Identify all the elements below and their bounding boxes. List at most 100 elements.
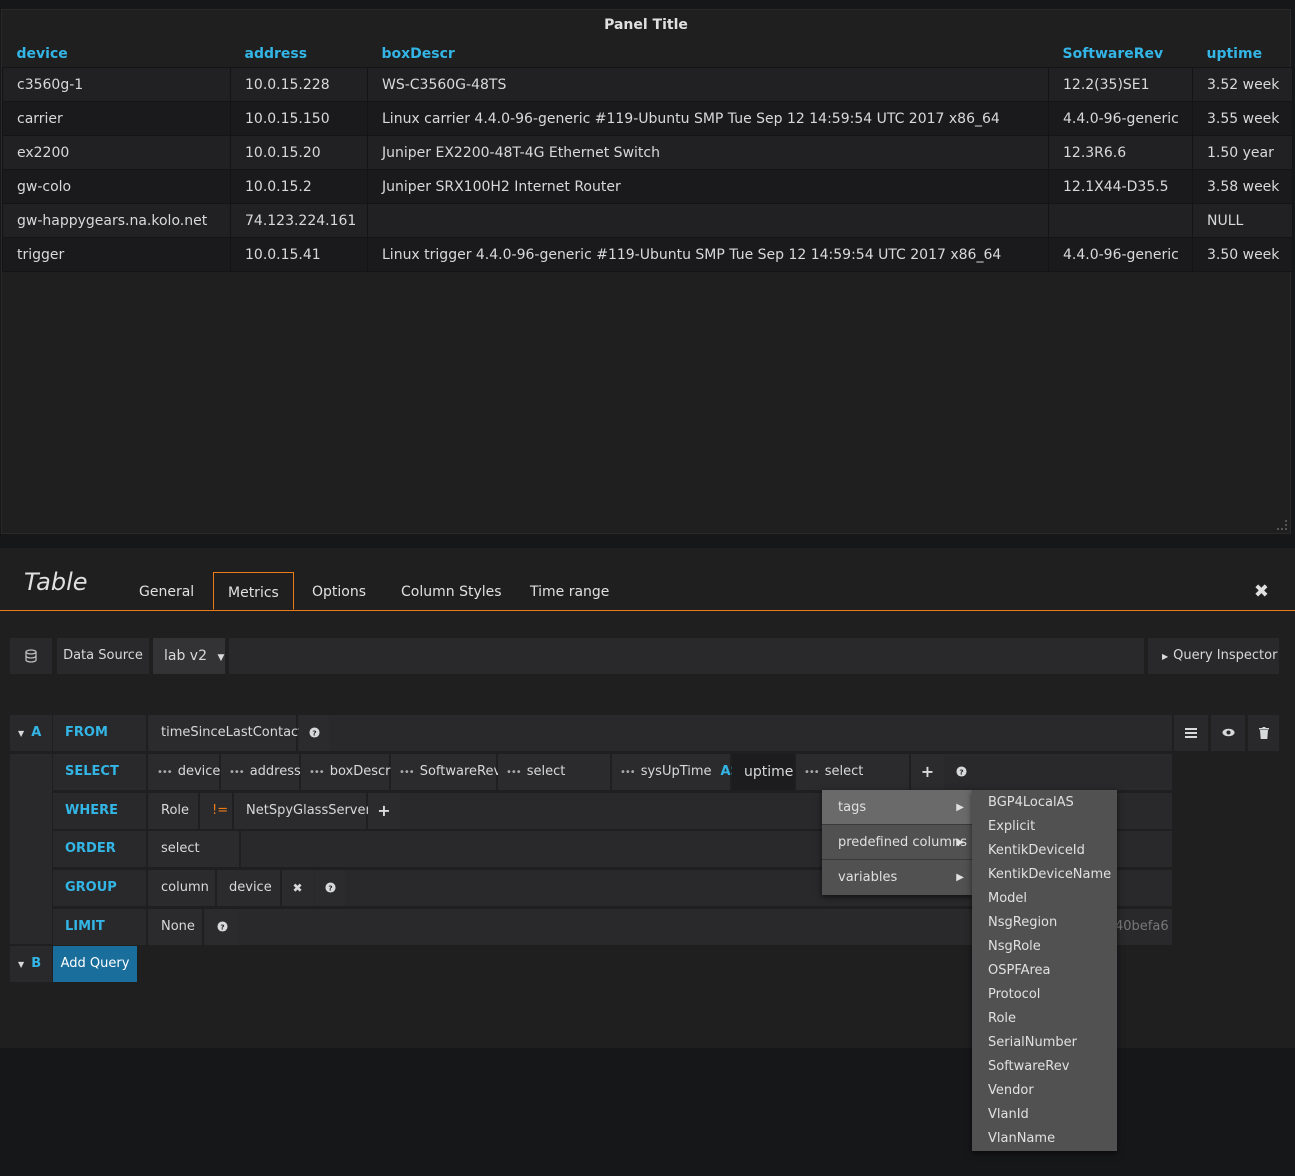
table-row: trigger 10.0.15.41 Linux trigger 4.4.0-9… [2, 237, 1293, 272]
panel-title[interactable]: Panel Title [2, 10, 1290, 41]
where-value[interactable]: NetSpyGlassServer [234, 793, 371, 829]
query-inspector-button[interactable]: ▶ Query Inspector [1148, 638, 1279, 674]
submenu-item[interactable]: OSPFArea [972, 959, 1117, 983]
column-header-boxdescr[interactable]: boxDescr [367, 41, 1049, 68]
limit-label: LIMIT [53, 909, 148, 945]
tab-options[interactable]: Options [298, 572, 380, 610]
editor-header: Table General Metrics Options Column Sty… [0, 548, 1295, 611]
submenu-item[interactable]: NsgRole [972, 935, 1117, 959]
group-by-value[interactable]: device [217, 870, 282, 906]
submenu-item[interactable]: Role [972, 1007, 1117, 1031]
cell: 74.123.224.161 [230, 203, 368, 238]
menu-item-tags[interactable]: tags ▶ [822, 790, 972, 825]
select-col-address[interactable]: ••• address [221, 754, 301, 790]
cell: gw-colo [2, 169, 231, 204]
tab-time-range[interactable]: Time range [516, 572, 623, 610]
cell: 3.55 week [1192, 101, 1293, 136]
query-ref-b: B [31, 956, 42, 971]
select-col-placeholder[interactable]: •••select column [498, 754, 612, 816]
where-label: WHERE [53, 793, 148, 829]
submenu-item[interactable]: Model [972, 887, 1117, 911]
column-header-uptime[interactable]: uptime [1192, 41, 1293, 68]
cell: Linux carrier 4.4.0-96-generic #119-Ubun… [367, 101, 1049, 136]
submenu-item[interactable]: SoftwareRev [972, 1055, 1117, 1079]
tags-submenu: BGP4LocalAS Explicit KentikDeviceId Kent… [972, 790, 1117, 1151]
menu-item-variables[interactable]: variables ▶ [822, 860, 972, 895]
select-label: SELECT [53, 754, 148, 790]
where-operator[interactable]: != [200, 793, 234, 829]
column-header-softwarerev[interactable]: SoftwareRev [1048, 41, 1193, 68]
tab-column-styles[interactable]: Column Styles [387, 572, 516, 610]
caret-down-icon: ▼ [217, 653, 225, 663]
caret-down-icon: ▼ [18, 729, 25, 738]
editor-title: Table [24, 568, 88, 596]
cell: NULL [1192, 203, 1293, 238]
trash-icon[interactable] [1248, 715, 1279, 751]
cell [367, 203, 1049, 238]
svg-text:?: ? [959, 767, 963, 776]
select-col-boxdescr[interactable]: ••• boxDescr [301, 754, 391, 790]
cell: 3.58 week [1192, 169, 1293, 204]
from-measurement[interactable]: timeSinceLastContact [149, 715, 303, 751]
cell: Linux trigger 4.4.0-96-generic #119-Ubun… [367, 237, 1049, 272]
tab-metrics[interactable]: Metrics [213, 572, 294, 610]
submenu-item[interactable]: Vendor [972, 1079, 1117, 1103]
select-row: SELECT ••• device ••• address ••• boxDescr … [53, 754, 1172, 816]
column-header-address[interactable]: address [230, 41, 368, 68]
select-col-device[interactable]: ••• device [149, 754, 221, 790]
resize-handle[interactable] [1277, 520, 1287, 530]
menu-item-predefined-columns[interactable]: predefined columns ▶ [822, 825, 972, 860]
query-b-toggle[interactable]: ▼ B [10, 946, 52, 982]
eye-icon[interactable] [1211, 715, 1245, 751]
select-col-add[interactable]: •••select column [796, 754, 911, 816]
data-source-select[interactable]: lab v2 ▼ [153, 638, 225, 674]
help-icon[interactable]: ? [946, 754, 976, 790]
where-key[interactable]: Role [149, 793, 200, 829]
alias-input[interactable]: uptime [732, 754, 796, 790]
submenu-item[interactable]: Protocol [972, 983, 1117, 1007]
query-a-toggle[interactable]: ▼ A [10, 715, 52, 751]
plus-icon[interactable]: + [368, 793, 400, 829]
tab-general[interactable]: General [125, 572, 208, 610]
remove-icon[interactable]: ✖ [282, 870, 313, 906]
submenu-item[interactable]: BGP4LocalAS [972, 791, 1117, 815]
cell: 3.52 week [1192, 67, 1293, 102]
table-row: ex2200 10.0.15.20 Juniper EX2200-48T-4G … [2, 135, 1293, 170]
caret-right-icon: ▶ [956, 802, 964, 813]
column-header-device[interactable]: device [2, 41, 231, 68]
submenu-item[interactable]: KentikDeviceName [972, 863, 1117, 887]
help-icon[interactable]: ? [299, 715, 329, 751]
cell: WS-C3560G-48TS [367, 67, 1049, 102]
submenu-item[interactable]: Explicit [972, 815, 1117, 839]
menu-icon[interactable] [1174, 715, 1208, 751]
order-by-value[interactable]: select value [149, 831, 241, 892]
cell: 3.50 week [1192, 237, 1293, 272]
submenu-item[interactable]: SerialNumber [972, 1031, 1117, 1055]
query-inspector-label: Query Inspector [1173, 648, 1278, 663]
cell: 4.4.0-96-generic [1048, 237, 1193, 272]
cell: carrier [2, 101, 231, 136]
caret-down-icon: ▼ [18, 960, 25, 969]
table-row: c3560g-1 10.0.15.228 WS-C3560G-48TS 12.2… [2, 67, 1293, 102]
from-row: FROM timeSinceLastContact ? [53, 715, 1172, 751]
cell: 4.4.0-96-generic [1048, 101, 1193, 136]
order-by-label: ORDER BY [53, 831, 148, 892]
submenu-item[interactable]: KentikDeviceId [972, 839, 1117, 863]
help-icon[interactable]: ? [315, 870, 345, 906]
help-icon[interactable]: ? [205, 909, 239, 945]
limit-value[interactable]: None [149, 909, 204, 945]
group-by-label: GROUP BY [53, 870, 148, 931]
svg-text:?: ? [220, 922, 224, 931]
cell: 10.0.15.150 [230, 101, 368, 136]
select-col-sysuptime[interactable]: ••• sysUpTime AS [612, 754, 740, 790]
select-col-softwarerev[interactable]: ••• SoftwareRev [391, 754, 501, 790]
submenu-item[interactable]: NsgRegion [972, 911, 1117, 935]
add-query-button[interactable]: Add Query [53, 946, 137, 982]
plus-icon[interactable]: + [911, 754, 944, 790]
caret-right-icon: ▶ [956, 837, 964, 848]
group-by-key[interactable]: column [149, 870, 217, 906]
submenu-item[interactable]: VlanName [972, 1127, 1117, 1151]
close-icon[interactable]: ✖ [1254, 581, 1269, 602]
submenu-item[interactable]: VlanId [972, 1103, 1117, 1127]
data-source-spacer [229, 638, 1144, 674]
